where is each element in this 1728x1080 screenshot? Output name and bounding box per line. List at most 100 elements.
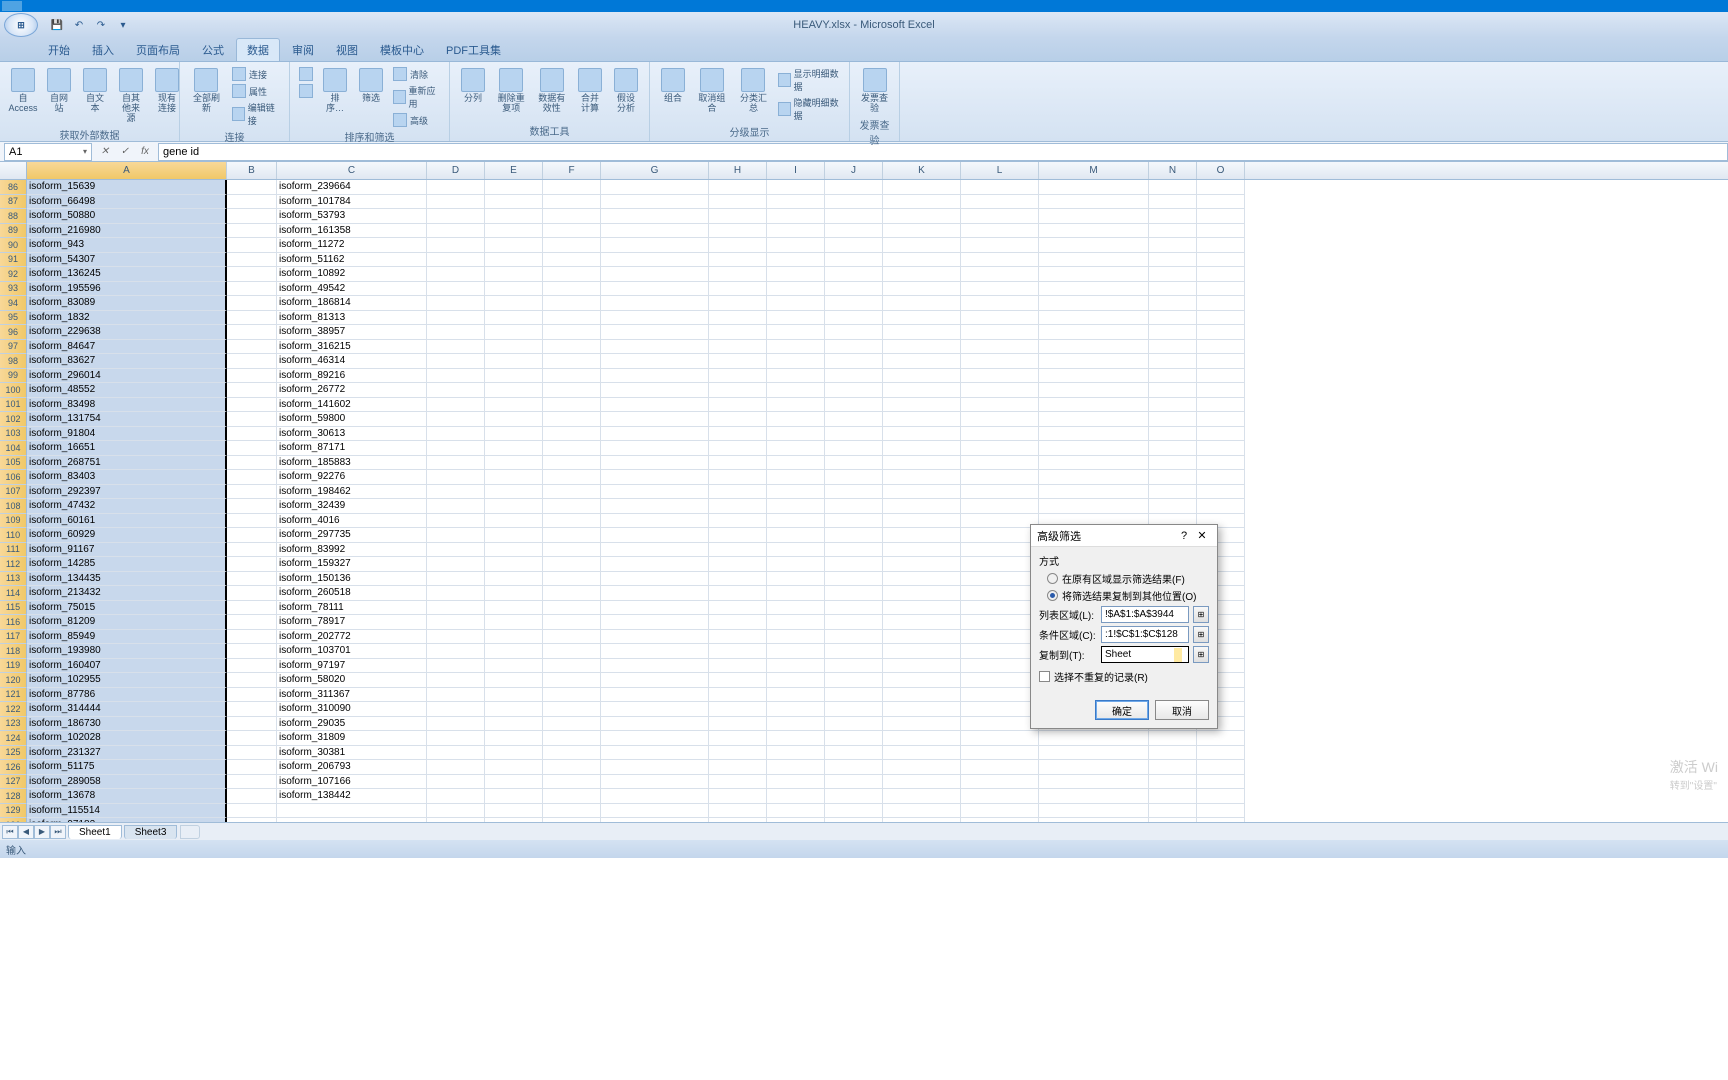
row-header[interactable]: 126	[0, 760, 27, 775]
help-icon[interactable]: ?	[1175, 530, 1193, 542]
cell[interactable]	[1149, 238, 1197, 253]
row-header[interactable]: 124	[0, 731, 27, 746]
cell[interactable]	[427, 311, 485, 326]
tab-review[interactable]: 审阅	[282, 39, 324, 61]
cell[interactable]	[601, 470, 709, 485]
cell[interactable]	[1039, 325, 1149, 340]
cell[interactable]	[1197, 746, 1245, 761]
cell[interactable]: isoform_314444	[27, 702, 227, 717]
row-header[interactable]: 130	[0, 818, 27, 822]
cell[interactable]	[601, 354, 709, 369]
consolidate-button[interactable]: 合并计算	[573, 66, 607, 116]
cell[interactable]	[427, 325, 485, 340]
taskbar-item[interactable]	[2, 1, 22, 11]
cell[interactable]	[883, 180, 961, 195]
row-header[interactable]: 121	[0, 688, 27, 703]
cell[interactable]	[227, 267, 277, 282]
cell[interactable]	[767, 180, 825, 195]
row-header[interactable]: 86	[0, 180, 27, 195]
cell[interactable]	[427, 267, 485, 282]
cell[interactable]	[883, 514, 961, 529]
cell[interactable]	[427, 499, 485, 514]
cell[interactable]	[601, 775, 709, 790]
cell[interactable]	[883, 615, 961, 630]
col-header-D[interactable]: D	[427, 162, 485, 179]
tab-view[interactable]: 视图	[326, 39, 368, 61]
cell[interactable]	[543, 702, 601, 717]
cell[interactable]	[227, 644, 277, 659]
cell[interactable]	[543, 615, 601, 630]
cell[interactable]	[485, 209, 543, 224]
cell[interactable]: isoform_48552	[27, 383, 227, 398]
cell[interactable]: isoform_16651	[27, 441, 227, 456]
from-text-button[interactable]: 自文本	[78, 66, 112, 116]
cell[interactable]	[543, 499, 601, 514]
cell[interactable]: isoform_202772	[277, 630, 427, 645]
cell[interactable]	[767, 224, 825, 239]
cell[interactable]	[961, 485, 1039, 500]
cell[interactable]	[883, 209, 961, 224]
row-header[interactable]: 88	[0, 209, 27, 224]
cell[interactable]	[601, 253, 709, 268]
cell[interactable]: isoform_83089	[27, 296, 227, 311]
cell[interactable]	[1149, 398, 1197, 413]
row-header[interactable]: 90	[0, 238, 27, 253]
col-header-B[interactable]: B	[227, 162, 277, 179]
cell[interactable]	[709, 659, 767, 674]
cell[interactable]	[427, 224, 485, 239]
cell[interactable]	[1149, 180, 1197, 195]
cell[interactable]: isoform_186730	[27, 717, 227, 732]
row-header[interactable]: 105	[0, 456, 27, 471]
cell[interactable]	[227, 514, 277, 529]
select-all-cell[interactable]	[0, 162, 27, 179]
cell[interactable]	[961, 557, 1039, 572]
col-header-A[interactable]: A	[27, 162, 227, 179]
cell[interactable]	[961, 354, 1039, 369]
cell[interactable]	[543, 601, 601, 616]
tab-template[interactable]: 模板中心	[370, 39, 434, 61]
cell[interactable]	[1197, 441, 1245, 456]
row-header[interactable]: 113	[0, 572, 27, 587]
cell[interactable]	[961, 818, 1039, 822]
cell[interactable]	[427, 195, 485, 210]
cell[interactable]	[961, 383, 1039, 398]
cell[interactable]	[601, 267, 709, 282]
cell[interactable]	[485, 601, 543, 616]
cell[interactable]	[543, 644, 601, 659]
cell[interactable]	[1039, 195, 1149, 210]
cell[interactable]	[1197, 760, 1245, 775]
tab-pdf[interactable]: PDF工具集	[436, 39, 511, 61]
cell[interactable]: isoform_141602	[277, 398, 427, 413]
cell[interactable]	[1149, 296, 1197, 311]
cell[interactable]	[427, 644, 485, 659]
cell[interactable]	[709, 818, 767, 822]
cell[interactable]	[709, 238, 767, 253]
cell[interactable]	[883, 253, 961, 268]
cell[interactable]	[227, 601, 277, 616]
cell[interactable]	[485, 311, 543, 326]
cell[interactable]	[767, 398, 825, 413]
cell[interactable]: isoform_185883	[277, 456, 427, 471]
cell[interactable]	[427, 398, 485, 413]
cell[interactable]	[485, 456, 543, 471]
cell[interactable]	[1039, 412, 1149, 427]
cell[interactable]: isoform_60929	[27, 528, 227, 543]
cell[interactable]	[709, 195, 767, 210]
cell[interactable]	[601, 441, 709, 456]
cell[interactable]	[543, 731, 601, 746]
first-sheet-icon[interactable]: ⏮	[2, 825, 18, 839]
cell[interactable]: isoform_102955	[27, 673, 227, 688]
cell[interactable]	[709, 296, 767, 311]
cell[interactable]: isoform_81313	[277, 311, 427, 326]
cell[interactable]	[485, 731, 543, 746]
cell[interactable]	[825, 818, 883, 822]
cell[interactable]	[227, 224, 277, 239]
cell[interactable]	[485, 224, 543, 239]
cell[interactable]	[883, 499, 961, 514]
cell[interactable]	[767, 572, 825, 587]
cell[interactable]	[825, 456, 883, 471]
cell[interactable]	[1197, 282, 1245, 297]
cell[interactable]	[767, 673, 825, 688]
cell[interactable]	[427, 209, 485, 224]
cell[interactable]	[961, 325, 1039, 340]
